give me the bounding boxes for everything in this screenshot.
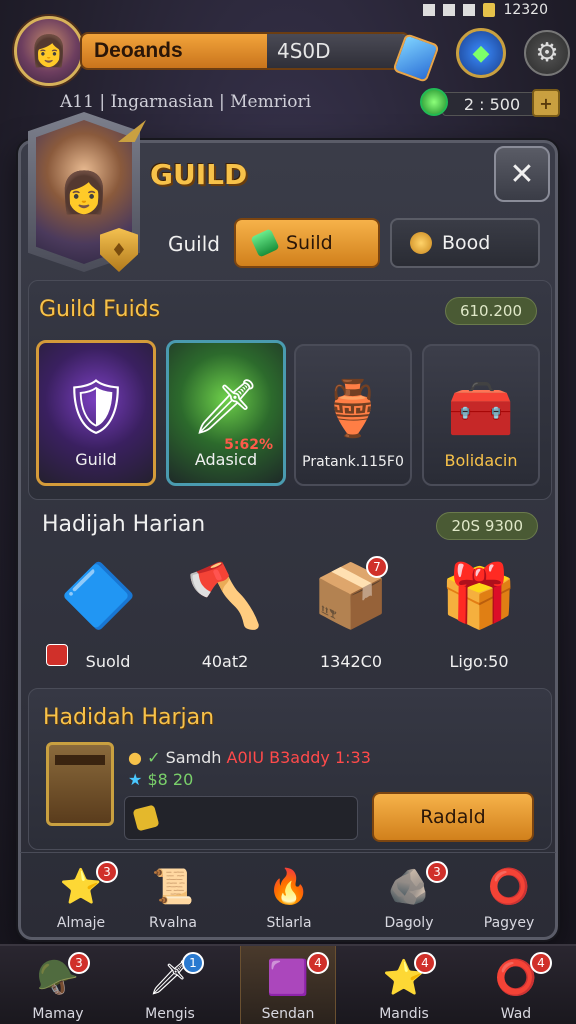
tab-suild-label: Suild <box>286 232 333 254</box>
gem-shop-button[interactable]: ◆ <box>456 28 506 78</box>
nav-label: Stlarla <box>266 915 312 931</box>
reward-item-ligo[interactable]: 🎁 Ligo:50 <box>424 556 534 676</box>
daily-claim-line2: ★ $8 20 <box>128 770 193 789</box>
panel-nav: ⭐ 3 Almaje 📜 Rvalna 🔥 Stlarla 🪨 3 Dagoly… <box>20 852 556 938</box>
reward-label: 1342C0 <box>319 652 383 671</box>
chest-icon: 🧰 <box>447 377 515 441</box>
reward-label: Ligo:50 <box>449 652 509 671</box>
star-icon: ★ <box>128 770 143 789</box>
reward-badge: 7 <box>366 556 388 578</box>
nav-label: Mamay <box>32 1006 84 1022</box>
crest-icon: 🔥 <box>267 867 311 907</box>
currency-display: 2 : 500 + <box>420 88 560 118</box>
spear-icon: 🗡 <box>191 375 261 439</box>
reward-label: 40at2 <box>201 652 249 671</box>
daily-claim-title: Hadidah Harjan <box>43 705 215 730</box>
nav-badge: 4 <box>414 952 436 974</box>
fund-item-label: Adasicd <box>194 450 258 469</box>
fund-item-guild[interactable]: 🛡 Guild <box>36 340 156 486</box>
reward-item-1342c0[interactable]: 📦 7 1342C0 <box>296 556 406 676</box>
gold-box-icon: 🎁 <box>440 559 518 632</box>
nav-label: Mengis <box>145 1006 195 1022</box>
check-icon: ✓ <box>147 748 161 767</box>
nav-badge: 4 <box>530 952 552 974</box>
claim-button[interactable]: Radald <box>372 792 534 842</box>
top-bar: 👩 Deoands 4S0D ◆ ⚙ <box>10 14 570 86</box>
nav-label: Dagoly <box>384 915 434 931</box>
nav-label: Almaje <box>56 915 106 931</box>
shield-gem-icon: 🔷 <box>60 559 138 632</box>
reward-item-40at2[interactable]: 🪓 40at2 <box>170 556 280 676</box>
add-currency-button[interactable]: + <box>532 89 560 117</box>
guild-funds-title: Guild Fuids <box>39 297 161 322</box>
panel-title: GUILD <box>150 158 248 191</box>
tab-row-label: Guild <box>168 232 220 256</box>
panel-nav-almaje[interactable]: ⭐ 3 Almaje <box>36 853 126 939</box>
green-crystal-icon <box>250 228 280 258</box>
tab-suild[interactable]: Suild <box>234 218 380 268</box>
daily-line1-value: A0IU B3addy 1:33 <box>226 748 371 767</box>
panel-nav-rvalna[interactable]: 📜 Rvalna <box>128 853 218 939</box>
panel-nav-dagoly[interactable]: 🪨 3 Dagoly <box>364 853 454 939</box>
potion-icon: 🏺 <box>319 377 387 441</box>
bottom-nav-mandis[interactable]: ⭐ 4 Mandis <box>356 946 452 1024</box>
bottom-nav-mengis[interactable]: 🗡 1 Mengis <box>122 946 218 1024</box>
nav-label: Wad <box>500 1006 532 1022</box>
settings-gear-icon[interactable]: ⚙ <box>524 30 570 76</box>
daily-progress-field <box>124 796 358 840</box>
fund-item-label: Guild <box>75 450 117 469</box>
daily-line2-label: $8 20 <box>147 770 194 789</box>
player-subtitle: A11 | Ingarnasian | Memriori <box>60 92 312 112</box>
fund-item-label: Bolidacin <box>444 451 518 470</box>
bottom-nav-sendan[interactable]: 🟪 4 Sendan <box>240 946 336 1024</box>
daily-line1-label: Samdh <box>165 748 222 767</box>
nav-label: Sendan <box>261 1006 315 1022</box>
bottom-nav-wad[interactable]: ⭕ 4 Wad <box>468 946 564 1024</box>
close-button[interactable]: ✕ <box>494 146 550 202</box>
nav-label: Rvalna <box>149 915 197 931</box>
gold-coin-icon: ● <box>128 748 142 767</box>
green-orb-icon <box>420 88 448 116</box>
daily-chest-icon <box>46 742 114 826</box>
fund-item-label: Pratank.115F0 <box>302 454 404 470</box>
gold-gem-icon <box>132 804 160 832</box>
nav-badge: 3 <box>68 952 90 974</box>
fund-item-pratank[interactable]: 🏺 Pratank.115F0 <box>294 344 412 486</box>
armor-icon: 🛡 <box>61 375 131 439</box>
rock-icon: 🪨 <box>387 867 431 907</box>
panel-nav-pagyey[interactable]: ⭕ Pagyey <box>464 853 554 939</box>
daily-rewards-badge: 20S 9300 <box>436 512 538 540</box>
player-avatar[interactable]: 👩 <box>14 16 84 86</box>
player-name: Deoands <box>94 39 183 62</box>
nav-badge: 4 <box>307 952 329 974</box>
player-score: 4S0D <box>267 34 408 68</box>
nav-label: Pagyey <box>483 915 535 931</box>
nav-badge: 1 <box>182 952 204 974</box>
panel-nav-stlarla[interactable]: 🔥 Stlarla <box>244 853 334 939</box>
tab-bood[interactable]: Bood <box>390 218 540 268</box>
bottom-nav: 🪖 3 Mamay 🗡 1 Mengis 🟪 4 Sendan ⭐ 4 Mand… <box>0 944 576 1024</box>
fund-item-bolidacin[interactable]: 🧰 Bolidacin <box>422 344 540 486</box>
reward-label: Suold <box>85 652 131 671</box>
tab-bood-label: Bood <box>442 232 491 254</box>
guild-funds-badge: 610.200 <box>444 297 537 325</box>
daily-claim-line1: ● ✓ Samdh A0IU B3addy 1:33 <box>128 748 371 767</box>
reward-item-suold[interactable]: 🔷 Suold <box>44 556 154 676</box>
ring-icon: ⭕ <box>487 867 531 907</box>
gold-coin-icon <box>410 232 432 254</box>
nav-badge: 3 <box>96 861 118 883</box>
crystal-axe-icon: 🪓 <box>186 559 264 632</box>
nav-label: Mandis <box>379 1006 429 1022</box>
nav-badge: 3 <box>426 861 448 883</box>
currency-value: 2 : 500 <box>442 92 542 116</box>
player-name-bar: Deoands 4S0D <box>80 32 410 70</box>
fund-item-adasicd[interactable]: 🗡 5:62% Adasicd <box>166 340 286 486</box>
cube-icon: 🟪 <box>266 958 310 998</box>
daily-rewards-title: Hadijah Harian <box>42 512 206 537</box>
bottom-nav-mamay[interactable]: 🪖 3 Mamay <box>10 946 106 1024</box>
scroll-icon: 📜 <box>151 867 195 907</box>
